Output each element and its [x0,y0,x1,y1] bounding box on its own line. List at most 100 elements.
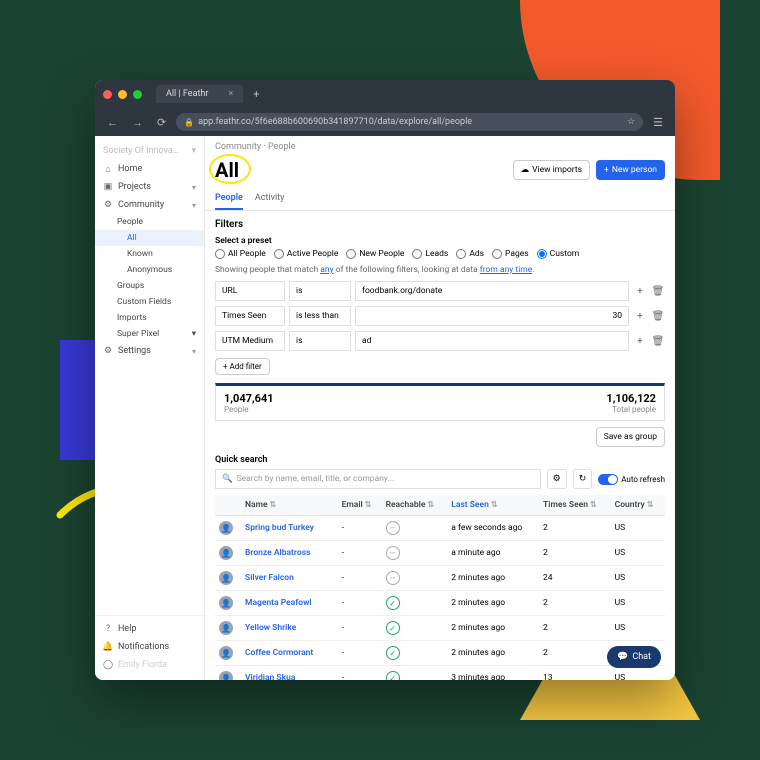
reachable-cell: ✓ [382,591,448,616]
sidebar-item-emily-fiorda[interactable]: ◯Emily Fiorda [95,656,204,674]
email-cell: - [338,541,382,566]
browser-tab[interactable]: All | Feathr × [156,85,243,103]
time-range-link[interactable]: from any time [480,265,532,275]
close-tab-icon[interactable]: × [228,89,233,99]
sidebar-item-super-pixel[interactable]: Super Pixel▾ [95,326,204,342]
close-window-icon[interactable] [103,90,112,99]
sidebar-item-community[interactable]: ⚙Community▾ [95,196,204,214]
filter-value-input[interactable]: foodbank.org/donate [355,281,629,301]
person-name-link[interactable]: Bronze Albatross [245,548,310,558]
bell-icon: 🔔 [103,642,113,652]
filter-value-input[interactable]: ad [355,331,629,351]
sidebar-item-notifications[interactable]: 🔔Notifications [95,638,204,656]
add-filter-icon[interactable]: + [633,311,647,322]
sidebar-item-known[interactable]: Known [95,246,204,262]
people-table: Name⇅Email⇅Reachable⇅Last Seen⇅Times See… [215,495,665,680]
person-name-link[interactable]: Spring bud Turkey [245,523,314,533]
new-tab-button[interactable]: + [249,86,263,103]
preset-ads[interactable]: Ads [456,249,484,259]
column-header-email[interactable]: Email⇅ [338,495,382,516]
table-row: 👤Magenta Peafowl-✓2 minutes ago2US [215,591,665,616]
delete-filter-icon[interactable]: 🗑 [651,336,665,347]
country-cell: US [611,591,665,616]
sidebar-item-all[interactable]: All [95,230,204,246]
email-cell: - [338,616,382,641]
sidebar-item-people[interactable]: People [95,214,204,230]
org-switcher[interactable]: Society Of Innova… ▾ [95,142,204,160]
last-seen-cell: 3 minutes ago [447,666,539,681]
add-filter-icon[interactable]: + [633,336,647,347]
view-imports-button[interactable]: ☁ View imports [513,160,590,180]
reachable-cell: ✓ [382,641,448,666]
column-header-last-seen[interactable]: Last Seen⇅ [447,495,539,516]
tab-people[interactable]: People [215,188,243,210]
column-header-times-seen[interactable]: Times Seen⇅ [539,495,611,516]
refresh-button[interactable]: ⟳ [153,114,170,131]
main-content: Community · People All ☁ View imports + … [205,136,675,680]
country-cell: US [611,516,665,541]
filter-field-select[interactable]: UTM Medium [215,331,285,351]
person-name-link[interactable]: Coffee Cormorant [245,648,313,658]
times-seen-cell: 2 [539,616,611,641]
sidebar-item-anonymous[interactable]: Anonymous [95,262,204,278]
sidebar-item-help[interactable]: ?Help [95,620,204,638]
filter-row: Times Seenis less than30 + 🗑 [215,306,665,326]
preset-new-people[interactable]: New People [346,249,404,259]
refresh-icon-button[interactable]: ↻ [573,469,593,489]
match-any-link[interactable]: any [320,265,333,275]
delete-filter-icon[interactable]: 🗑 [651,286,665,297]
maximize-window-icon[interactable] [133,90,142,99]
sidebar-item-imports[interactable]: Imports [95,310,204,326]
sidebar-item-settings[interactable]: ⚙ Settings ▾ [95,342,204,360]
back-button[interactable]: ← [103,114,122,131]
sidebar-item-home[interactable]: ⌂Home [95,160,204,178]
sort-icon: ⇅ [270,500,277,509]
save-as-group-button[interactable]: Save as group [596,427,665,447]
filter-value-input[interactable]: 30 [355,306,629,326]
add-filter-button[interactable]: + Add filter [215,358,270,375]
stats-panel: 1,047,641 People 1,106,122 Total people [215,383,665,421]
new-person-button[interactable]: + New person [596,160,665,180]
filter-operator-select[interactable]: is [289,331,351,351]
reachable-icon: — [386,546,400,560]
column-header-reachable[interactable]: Reachable⇅ [382,495,448,516]
sidebar-item-groups[interactable]: Groups [95,278,204,294]
preset-custom[interactable]: Custom [537,249,580,259]
person-name-link[interactable]: Yellow Shrike [245,623,296,633]
star-icon[interactable]: ☆ [627,117,635,127]
person-name-link[interactable]: Magenta Peafowl [245,598,312,608]
forward-button[interactable]: → [128,114,147,131]
country-cell: US [611,616,665,641]
add-filter-icon[interactable]: + [633,286,647,297]
breadcrumb-link[interactable]: People [268,142,296,152]
filter-field-select[interactable]: Times Seen [215,306,285,326]
filter-operator-select[interactable]: is [289,281,351,301]
last-seen-cell: a few seconds ago [447,516,539,541]
column-header-name[interactable]: Name⇅ [241,495,338,516]
person-name-link[interactable]: Silver Falcon [245,573,294,583]
delete-filter-icon[interactable]: 🗑 [651,311,665,322]
search-input[interactable]: 🔍 Search by name, email, title, or compa… [215,469,541,489]
preset-leads[interactable]: Leads [412,249,448,259]
tab-activity[interactable]: Activity [255,188,284,210]
email-cell: - [338,591,382,616]
sidebar-item-custom-fields[interactable]: Custom Fields [95,294,204,310]
filter-operator-select[interactable]: is less than [289,306,351,326]
sidebar-item-projects[interactable]: ▣Projects▾ [95,178,204,196]
filter-row: URLisfoodbank.org/donate + 🗑 [215,281,665,301]
minimize-window-icon[interactable] [118,90,127,99]
chevron-down-icon: ▾ [192,183,196,192]
preset-active-people[interactable]: Active People [274,249,339,259]
menu-icon[interactable]: ☰ [649,114,667,131]
reachable-icon: ✓ [386,646,400,660]
chat-button[interactable]: 💬 Chat [607,646,661,668]
address-bar[interactable]: 🔒 app.feathr.co/5f6e688b600690b341897710… [176,113,643,131]
settings-icon-button[interactable]: ⚙ [547,469,567,489]
filter-field-select[interactable]: URL [215,281,285,301]
preset-all-people[interactable]: All People [215,249,266,259]
preset-pages[interactable]: Pages [492,249,529,259]
column-header-country[interactable]: Country⇅ [611,495,665,516]
auto-refresh-toggle[interactable]: Auto refresh [598,474,665,485]
breadcrumb-link[interactable]: Community [215,142,261,152]
person-name-link[interactable]: Viridian Skua [245,673,295,680]
